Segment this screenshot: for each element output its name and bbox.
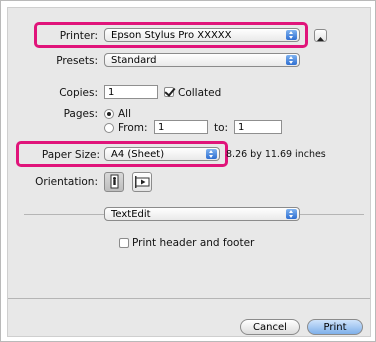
orientation-label: Orientation: [35, 176, 98, 188]
paper-dimensions: 8.26 by 11.69 inches [226, 149, 326, 160]
app-menu-popup[interactable]: TextEdit [104, 207, 300, 221]
dialog-frame: Printer: Epson Stylus Pro XXXXX Presets:… [0, 0, 376, 342]
popup-arrows-icon [286, 209, 297, 219]
pages-all-label: All [118, 108, 132, 120]
presets-popup[interactable]: Standard [104, 53, 300, 67]
separator-left [24, 214, 104, 215]
header-footer-checkbox[interactable] [119, 238, 129, 248]
print-button[interactable]: Print [307, 319, 363, 335]
separator-right [300, 214, 364, 215]
presets-value: Standard [111, 55, 157, 66]
landscape-person-icon [135, 176, 150, 188]
copies-label: Copies: [59, 87, 98, 99]
pages-from-radio[interactable] [104, 123, 114, 133]
portrait-person-icon [110, 174, 119, 189]
pages-to-label: to: [214, 122, 229, 134]
cancel-button[interactable]: Cancel [240, 319, 300, 335]
print-dialog: Printer: Epson Stylus Pro XXXXX Presets:… [7, 7, 371, 337]
collated-label: Collated [178, 87, 222, 99]
orientation-portrait-button[interactable] [104, 172, 124, 192]
pages-to-field[interactable]: 1 [234, 120, 282, 134]
paper-size-highlight [16, 141, 228, 167]
triangle-up-icon [317, 37, 324, 41]
pages-all-radio[interactable] [104, 109, 114, 119]
expand-button[interactable] [314, 29, 327, 42]
presets-label: Presets: [56, 55, 98, 67]
orientation-landscape-button[interactable] [132, 172, 152, 192]
pages-from-label: From: [118, 122, 148, 134]
collated-checkbox[interactable] [164, 87, 174, 97]
app-menu-value: TextEdit [111, 209, 151, 220]
pages-label: Pages: [63, 108, 98, 120]
popup-arrows-icon [286, 55, 297, 65]
printer-highlight [34, 22, 308, 48]
bottom-separator [8, 298, 370, 299]
header-footer-label: Print header and footer [132, 237, 255, 249]
pages-from-field[interactable]: 1 [154, 120, 208, 134]
copies-field[interactable]: 1 [104, 85, 158, 99]
